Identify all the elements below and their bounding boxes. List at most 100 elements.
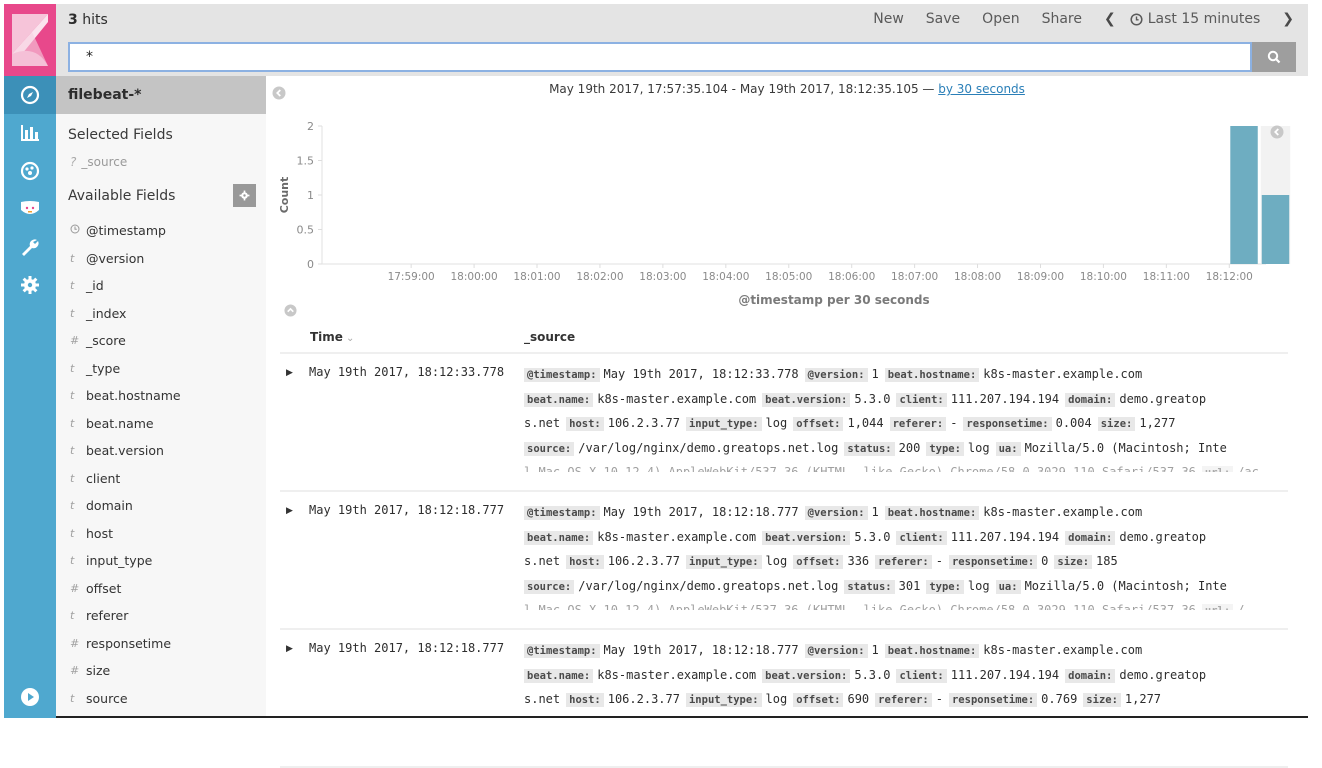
source-field-key: offset: [793, 417, 844, 431]
kibana-logo[interactable] [4, 4, 56, 76]
source-field-key: host: [566, 417, 604, 431]
source-field-key: client: [896, 530, 947, 545]
share-button[interactable]: Share [1042, 11, 1082, 27]
source-field-value: l Mac OS X 10_12_4) AppleWebKit/537.36 (… [524, 603, 1196, 610]
source-field-value: 1,277 [1139, 416, 1176, 430]
nav-timelion[interactable] [4, 190, 56, 228]
x-tick-label: 18:11:00 [1143, 271, 1190, 283]
save-button[interactable]: Save [926, 11, 960, 27]
field-item-responsetime[interactable]: # responsetime [56, 630, 266, 658]
document-table: Time ⌄ _source ▶ May 19th 2017, 18:12:33.7… [280, 326, 1288, 768]
expand-row-icon[interactable]: ▶ [286, 368, 293, 378]
field-item-score[interactable]: # _score [56, 327, 266, 355]
date-type-icon [70, 224, 86, 237]
nav-collapse-button[interactable] [4, 678, 56, 716]
field-item-source[interactable]: t source [56, 685, 266, 713]
source-field-value: 185 [1096, 554, 1118, 568]
source-field-value: May 19th 2017, 18:12:33.778 [603, 367, 799, 381]
time-picker-label: Last 15 minutes [1147, 11, 1261, 27]
source-field-value: 200 [898, 440, 921, 455]
source-field-key: beat.name: [524, 392, 594, 407]
time-range-header: May 19th 2017, 17:57:35.104 - May 19th 2… [266, 82, 1308, 96]
search-icon [1267, 50, 1281, 64]
source-field-value: 0 [1041, 554, 1049, 568]
x-tick-label: 18:10:00 [1080, 271, 1127, 283]
field-name: beat.hostname [86, 388, 181, 404]
x-tick-label: 18:06:00 [828, 271, 875, 283]
source-line: beat.name: k8s-master.example.com beat.ver… [524, 663, 1288, 688]
field-item-offset[interactable]: # offset [56, 575, 266, 603]
search-button[interactable] [1252, 42, 1296, 72]
nav-management[interactable] [4, 266, 56, 304]
field-item-referer[interactable]: t referer [56, 602, 266, 630]
field-item-domain[interactable]: t domain [56, 492, 266, 520]
source-field-key: type: [926, 579, 964, 594]
row-time: May 19th 2017, 18:12:18.777 [309, 641, 505, 655]
expand-row-icon[interactable]: ▶ [286, 644, 293, 654]
table-row[interactable]: ▶ May 19th 2017, 18:12:33.778 @timestamp: M… [280, 354, 1288, 492]
source-field-key: responsetime: [948, 693, 1038, 707]
source-field-value: 301 [898, 578, 921, 593]
source-field-key: beat.name: [524, 530, 594, 545]
x-tick-label: 18:02:00 [576, 271, 623, 283]
search-input[interactable] [68, 42, 1252, 72]
source-field-key: @version: [804, 644, 868, 658]
field-item-beat-name[interactable]: t beat.name [56, 410, 266, 438]
field-item-size[interactable]: # size [56, 657, 266, 685]
index-pattern-selector[interactable]: filebeat-* [56, 76, 266, 114]
source-field-key: input_type: [685, 555, 762, 569]
chevron-left-icon[interactable]: ❮ [1104, 11, 1116, 27]
field-item-index[interactable]: t _index [56, 300, 266, 328]
field-item-client[interactable]: t client [56, 465, 266, 493]
nav-discover[interactable] [4, 76, 56, 114]
field-name: input_type [86, 553, 153, 569]
source-field-value: 106.2.3.77 [607, 692, 680, 706]
clock-icon [1130, 12, 1143, 26]
selected-field-item[interactable]: ? _source [56, 155, 266, 177]
source-field-value: s.net [524, 416, 561, 430]
field-item-type[interactable]: t _type [56, 355, 266, 383]
open-button[interactable]: Open [982, 11, 1019, 27]
time-picker-button[interactable]: Last 15 minutes [1130, 11, 1261, 27]
gear-icon [21, 276, 39, 294]
string-type-icon: t [70, 251, 75, 265]
table-row[interactable]: ▶ May 19th 2017, 18:12:18.777 @timestamp: M… [280, 492, 1288, 630]
sort-caret-icon: ⌄ [345, 333, 355, 344]
collapse-chart-button[interactable] [284, 302, 297, 321]
kibana-discover-window: 3 hits New Save Open Share ❮ Last 15 min… [0, 0, 1322, 768]
field-item-id[interactable]: t _id [56, 272, 266, 300]
row-time: May 19th 2017, 18:12:33.778 [309, 365, 505, 379]
source-line: l Mac OS X 10_12_4) AppleWebKit/537.36 (… [524, 460, 1288, 472]
source-field-value: k8s-master.example.com [597, 529, 757, 544]
field-name: beat.version [86, 443, 164, 459]
chart-legend-toggle[interactable] [1270, 124, 1284, 143]
field-item-timestamp[interactable]: @timestamp [56, 217, 266, 245]
field-item-host[interactable]: t host [56, 520, 266, 548]
nav-dev-tools[interactable] [4, 228, 56, 266]
source-field-key: referer: [875, 693, 932, 707]
nav-visualize[interactable] [4, 114, 56, 152]
source-field-key: url: [1201, 604, 1234, 610]
table-row[interactable]: ▶ May 19th 2017, 18:12:18.777 @timestamp: M… [280, 630, 1288, 768]
field-item-beat-hostname[interactable]: t beat.hostname [56, 382, 266, 410]
new-button[interactable]: New [873, 11, 904, 27]
field-item-beat-version[interactable]: t beat.version [56, 437, 266, 465]
x-tick-label: 18:03:00 [639, 271, 686, 283]
chevron-right-icon[interactable]: ❯ [1282, 11, 1294, 27]
expand-row-icon[interactable]: ▶ [286, 506, 293, 516]
source-field-key: referer: [875, 555, 932, 569]
field-item-version[interactable]: t @version [56, 245, 266, 273]
field-name: @version [86, 250, 145, 266]
nav-dashboard[interactable] [4, 152, 56, 190]
string-type-icon: t [70, 691, 75, 705]
source-field-key: beat.hostname: [884, 644, 980, 658]
number-type-icon: # [70, 334, 80, 348]
field-item-input-type[interactable]: t input_type [56, 547, 266, 575]
source-field-value: s.net [524, 554, 561, 568]
source-field-value: 0.769 [1041, 692, 1078, 706]
column-header-time[interactable]: Time ⌄ [310, 330, 354, 344]
interval-link[interactable]: by 30 seconds [938, 82, 1025, 96]
field-settings-button[interactable] [233, 184, 256, 207]
source-field-key: size: [1083, 693, 1121, 707]
field-name: source [86, 690, 128, 706]
